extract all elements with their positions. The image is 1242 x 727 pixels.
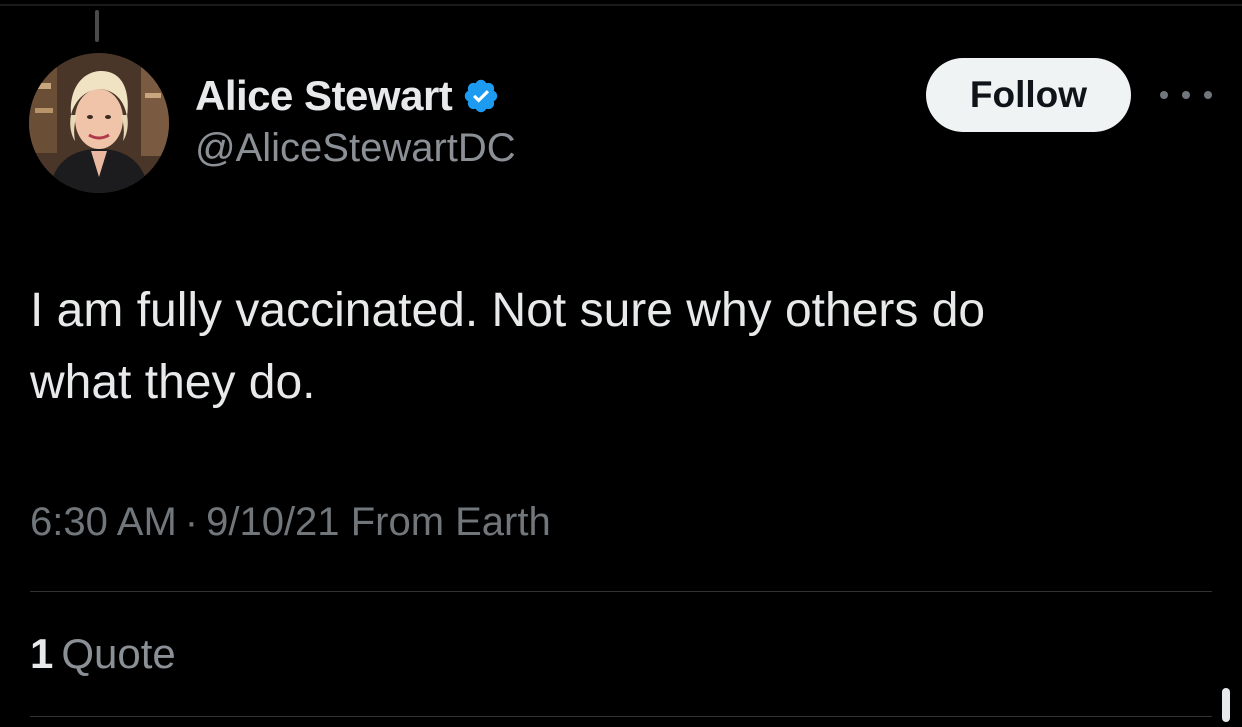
ellipsis-dot bbox=[1182, 91, 1190, 99]
top-border bbox=[0, 4, 1242, 6]
more-options-icon[interactable] bbox=[1160, 84, 1212, 106]
tweet-text: I am fully vaccinated. Not sure why othe… bbox=[30, 275, 1210, 419]
profile-photo-icon bbox=[29, 53, 169, 193]
divider bbox=[30, 591, 1212, 592]
quote-label: Quote bbox=[61, 630, 176, 677]
display-name[interactable]: Alice Stewart bbox=[195, 72, 453, 120]
meta-separator: · bbox=[184, 500, 199, 544]
tweet-text-line: what they do. bbox=[30, 356, 316, 409]
ellipsis-dot bbox=[1204, 91, 1212, 99]
quote-count: 1 bbox=[30, 630, 54, 677]
avatar[interactable] bbox=[29, 53, 169, 193]
scrollbar-thumb[interactable] bbox=[1222, 688, 1230, 722]
tweet-source: From Earth bbox=[350, 500, 551, 544]
tweet-meta: 6:30 AM · 9/10/21 From Earth bbox=[30, 500, 551, 545]
tweet-date[interactable]: 9/10/21 bbox=[206, 500, 339, 544]
verified-badge-icon[interactable] bbox=[462, 77, 500, 115]
quotes-stat[interactable]: 1 Quote bbox=[30, 630, 176, 678]
thread-connector-line bbox=[95, 10, 99, 42]
tweet-text-line: I am fully vaccinated. Not sure why othe… bbox=[30, 284, 986, 337]
author-handle[interactable]: @AliceStewartDC bbox=[195, 126, 516, 171]
follow-button[interactable]: Follow bbox=[926, 58, 1131, 132]
tweet-time[interactable]: 6:30 AM bbox=[30, 500, 177, 544]
divider bbox=[30, 716, 1212, 717]
ellipsis-dot bbox=[1160, 91, 1168, 99]
author-name-row: Alice Stewart bbox=[195, 70, 500, 122]
